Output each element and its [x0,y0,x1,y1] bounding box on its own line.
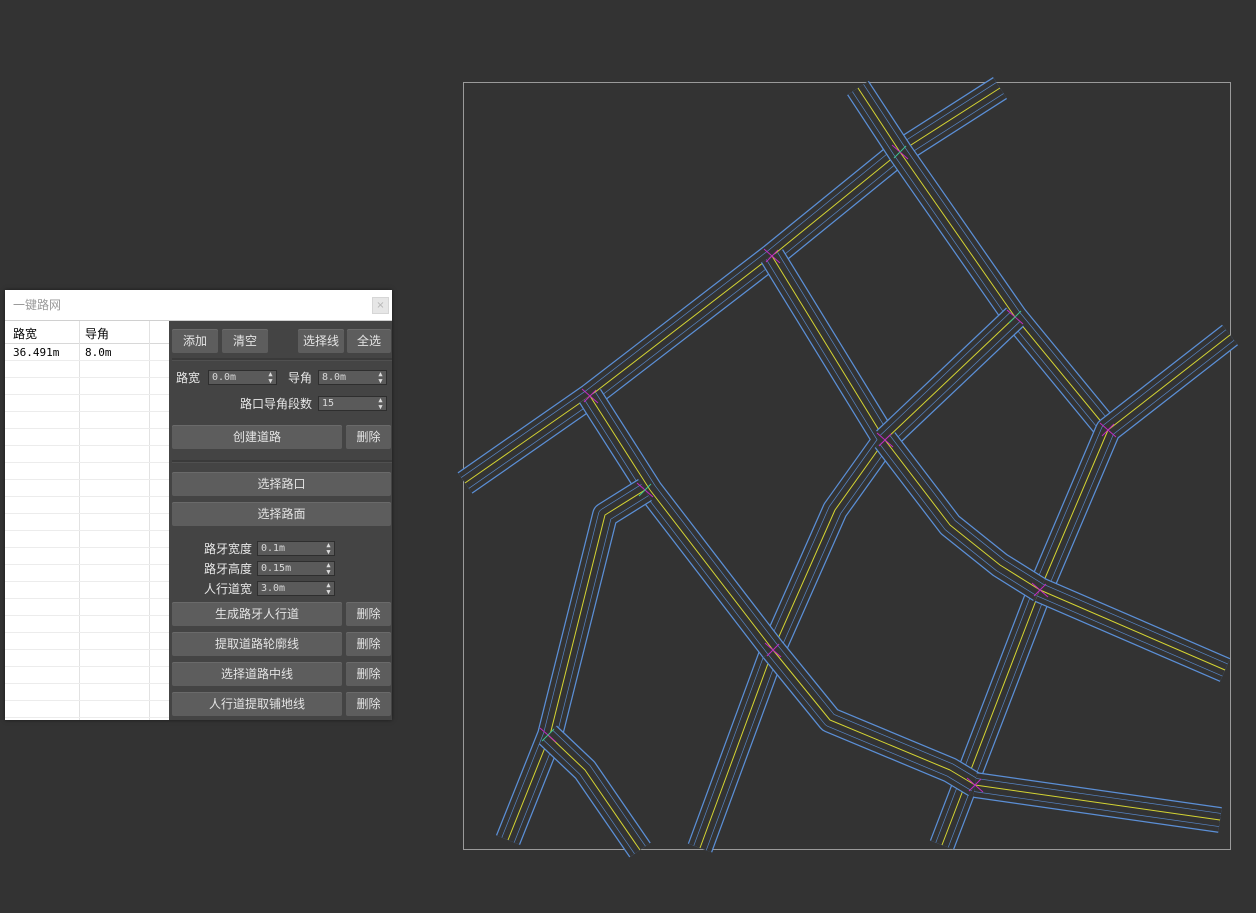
delete-curb-button[interactable]: 删除 [346,602,391,626]
clear-button[interactable]: 清空 [222,329,268,353]
divider [172,358,392,361]
chamfer-spinner[interactable]: 8.0m ▲ ▼ [318,370,387,385]
spinner-arrows-icon[interactable]: ▲ ▼ [267,371,274,385]
curb-height-label: 路牙高度 [204,562,253,576]
spinner-arrows-icon[interactable]: ▲ ▼ [325,542,332,556]
list-row-empty[interactable] [5,667,169,684]
segments-value: 15 [322,398,335,409]
list-row-empty[interactable] [5,463,169,480]
chamfer-value: 8.0m [322,372,347,383]
road-width-label: 路宽 [176,371,201,385]
road-network-dialog: 一键路网 × 路宽 导角 36.491m 8.0m 添加 清空 选择线 全选 路… [5,290,392,720]
road-centerline[interactable] [884,316,1016,441]
spinner-arrows-icon[interactable]: ▲ ▼ [377,371,384,385]
generate-curb-button[interactable]: 生成路牙人行道 [172,602,342,626]
list-row-empty[interactable] [5,514,169,531]
row-chamfer-cell: 8.0m [85,346,112,359]
select-centerline-button[interactable]: 选择道路中线 [172,662,342,686]
list-row-empty[interactable] [5,378,169,395]
curb-width-value: 0.1m [261,543,286,554]
column-header-width[interactable]: 路宽 [13,325,37,342]
list-row[interactable]: 36.491m 8.0m [5,344,169,361]
list-row-empty[interactable] [5,633,169,650]
sidewalk-width-spinner[interactable]: 3.0m ▲ ▼ [257,581,335,596]
list-row-empty[interactable] [5,616,169,633]
spinner-arrows-icon[interactable]: ▲ ▼ [325,582,332,596]
add-button[interactable]: 添加 [172,329,218,353]
spinner-arrows-icon[interactable]: ▲ ▼ [377,397,384,411]
list-row-empty[interactable] [5,497,169,514]
list-row-empty[interactable] [5,412,169,429]
list-row-empty[interactable] [5,565,169,582]
sidewalk-width-label: 人行道宽 [204,582,253,596]
list-row-empty[interactable] [5,429,169,446]
road-width-spinner[interactable]: 0.0m ▲ ▼ [208,370,277,385]
extract-outline-button[interactable]: 提取道路轮廓线 [172,632,342,656]
road-carriageway[interactable] [584,392,778,654]
road-spec-list[interactable]: 路宽 导角 36.491m 8.0m [5,321,169,720]
list-row-empty[interactable] [5,548,169,565]
segments-spinner[interactable]: 15 ▲ ▼ [318,396,387,411]
spinner-arrows-icon[interactable]: ▲ ▼ [325,562,332,576]
delete-road-button[interactable]: 删除 [346,425,391,449]
delete-paving-button[interactable]: 删除 [346,692,391,716]
road-width-value: 0.0m [212,372,237,383]
select-surface-button[interactable]: 选择路面 [172,502,391,526]
list-row-empty[interactable] [5,684,169,701]
list-row-empty[interactable] [5,395,169,412]
select-line-button[interactable]: 选择线 [298,329,344,353]
delete-centerline-button[interactable]: 删除 [346,662,391,686]
list-row-empty[interactable] [5,582,169,599]
select-junction-button[interactable]: 选择路口 [172,472,391,496]
list-row-empty[interactable] [5,599,169,616]
row-width-cell: 36.491m [13,346,60,359]
sidewalk-width-value: 3.0m [261,583,286,594]
curb-height-value: 0.15m [261,563,292,574]
list-row-empty[interactable] [5,650,169,667]
list-row-empty[interactable] [5,701,169,718]
create-road-button[interactable]: 创建道路 [172,425,342,449]
select-all-button[interactable]: 全选 [347,329,391,353]
list-row-empty[interactable] [5,446,169,463]
dialog-titlebar[interactable]: 一键路网 × [5,290,392,321]
road-centerline[interactable] [1039,589,1226,671]
curb-width-label: 路牙宽度 [204,542,253,556]
list-header: 路宽 导角 [5,321,169,344]
segments-label: 路口导角段数 [240,397,313,411]
close-button[interactable]: × [372,297,389,314]
road-carriageway[interactable] [543,730,646,854]
list-row-empty[interactable] [5,480,169,497]
dialog-title: 一键路网 [13,298,62,312]
extract-paving-button[interactable]: 人行道提取铺地线 [172,692,342,716]
column-header-chamfer[interactable]: 导角 [85,325,109,342]
chamfer-label: 导角 [288,371,313,385]
curb-height-spinner[interactable]: 0.15m ▲ ▼ [257,561,335,576]
divider [172,460,392,463]
curb-width-spinner[interactable]: 0.1m ▲ ▼ [257,541,335,556]
list-row-empty[interactable] [5,361,169,378]
delete-outline-button[interactable]: 删除 [346,632,391,656]
road-carriageway[interactable] [694,252,892,851]
list-row-empty[interactable] [5,531,169,548]
